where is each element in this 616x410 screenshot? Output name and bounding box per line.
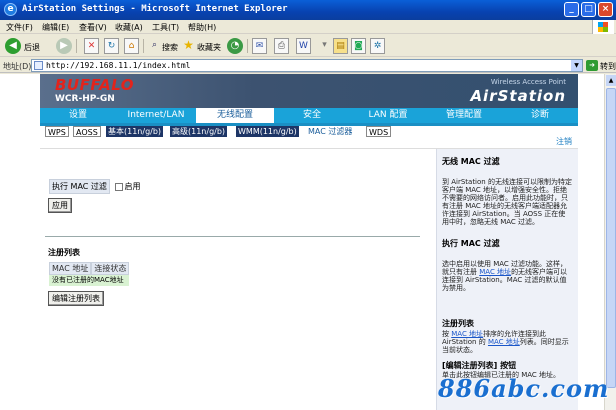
address-url[interactable]: http://192.168.11.1/index.html (46, 61, 191, 70)
web-page: BUFFALO WCR-HP-GN Wireless Access Point … (0, 74, 616, 410)
menu-file[interactable]: 文件(F) (6, 22, 33, 33)
mail-icon[interactable]: ✉ (252, 38, 267, 54)
tools-icon[interactable]: ✲ (370, 38, 385, 54)
toolbar-separator (143, 39, 144, 53)
back-button-label[interactable]: 后退 (24, 42, 40, 53)
page-icon (34, 61, 43, 70)
address-input[interactable]: http://192.168.11.1/index.html ▼ (31, 59, 583, 72)
section-divider (45, 236, 420, 237)
mac-filter-row: 执行 MAC 过滤 启用 (49, 179, 140, 194)
edit-registered-list-button[interactable]: 编辑注册列表 (48, 291, 104, 306)
menu-bar: 文件(F) 编辑(E) 查看(V) 收藏(A) 工具(T) 帮助(H) (0, 20, 616, 34)
forward-arrow-icon[interactable]: ▶ (56, 38, 72, 54)
window-title-bar: e AirStation Settings - Microsoft Intern… (0, 0, 616, 20)
help-text-exec-mac-filter: 选中启用以使用 MAC 过滤功能。这样，就只有注册 MAC 地址的无线客户端可以… (442, 260, 572, 292)
help-text-registered-list: 按 MAC 地址排序的允许连接到此 AirStation 的 MAC 地址列表。… (442, 330, 572, 354)
tab-diagnostics[interactable]: 诊断 (502, 108, 578, 123)
back-arrow-icon[interactable]: ◀ (5, 38, 21, 54)
main-nav: 设置 Internet/LAN 无线配置 安全 LAN 配置 管理配置 诊断 (40, 108, 578, 123)
buffalo-logo: BUFFALO (55, 76, 135, 94)
help-panel: 无线 MAC 过滤 到 AirStation 的无线连接可以限制为特定客户端 M… (436, 149, 578, 410)
go-arrow-icon[interactable]: ➜ (586, 60, 598, 71)
subtab-mac-filter[interactable]: MAC 过滤器 (306, 126, 354, 137)
vertical-scrollbar[interactable]: ▲ (604, 74, 616, 410)
help-text-wireless-mac-filter: 到 AirStation 的无线连接可以限制为特定客户端 MAC 地址，以增强安… (442, 178, 572, 226)
stop-icon[interactable]: ✕ (84, 38, 99, 54)
enable-checkbox-label[interactable]: 启用 (124, 182, 140, 191)
toolbar-separator (247, 39, 248, 53)
favorites-star-icon[interactable]: ★ (181, 38, 196, 54)
word-edit-icon[interactable]: W (296, 38, 311, 54)
maximize-button[interactable]: □ (581, 2, 596, 17)
favorites-button-label[interactable]: 收藏夹 (197, 42, 221, 53)
registered-list-title: 注册列表 (48, 248, 80, 257)
product-name: AirStation (470, 87, 566, 105)
print-icon[interactable]: ⎙ (274, 38, 289, 54)
menu-help[interactable]: 帮助(H) (188, 22, 216, 33)
product-tagline: Wireless Access Point (490, 78, 566, 86)
minimize-button[interactable]: _ (564, 2, 579, 17)
home-icon[interactable]: ⌂ (124, 38, 139, 54)
search-icon[interactable]: ⌕ (147, 38, 162, 54)
watermark: 886abc.com (438, 374, 610, 403)
tab-security[interactable]: 安全 (274, 108, 350, 123)
tab-internet-lan[interactable]: Internet/LAN (116, 108, 196, 123)
main-content: 执行 MAC 过滤 启用 应用 注册列表 MAC 地址 连接状态 没有已注册的MA… (40, 149, 432, 410)
tab-wireless[interactable]: 无线配置 (196, 108, 274, 123)
registered-table-empty-row: 没有已注册的MAC地址 (49, 275, 129, 286)
search-button-label[interactable]: 搜索 (162, 42, 178, 53)
enable-checkbox[interactable] (115, 182, 124, 191)
help-text-part: 按 (442, 330, 452, 338)
scroll-up-icon[interactable]: ▲ (606, 75, 616, 86)
go-button[interactable]: 转到 (600, 61, 616, 72)
scrollbar-thumb[interactable] (606, 88, 616, 388)
help-heading-registered-list: 注册列表 (442, 319, 474, 328)
registered-table-header: MAC 地址 连接状态 (49, 262, 130, 275)
mac-address-link[interactable]: MAC 地址 (479, 268, 511, 276)
header-banner: BUFFALO WCR-HP-GN Wireless Access Point … (40, 74, 578, 108)
windows-logo-icon (592, 20, 614, 34)
subtab-advanced[interactable]: 高级(11n/g/b) (170, 126, 228, 137)
folder-icon[interactable]: ▤ (333, 38, 348, 54)
menu-view[interactable]: 查看(V) (79, 22, 107, 33)
menu-favorites[interactable]: 收藏(A) (115, 22, 143, 33)
subtab-wps[interactable]: WPS (45, 126, 69, 137)
help-heading-edit-button: [编辑注册列表] 按钮 (442, 361, 517, 370)
ie-logo-icon: e (4, 3, 17, 16)
tab-lan-config[interactable]: LAN 配置 (350, 108, 426, 123)
address-label: 地址(D) (3, 62, 32, 71)
mac-address-link[interactable]: MAC 地址 (488, 338, 520, 346)
window-title: AirStation Settings - Microsoft Internet… (22, 4, 288, 14)
subtab-basic[interactable]: 基本(11n/g/b) (106, 126, 164, 137)
messenger-icon[interactable]: ◙ (351, 38, 366, 54)
toolbar-separator (76, 39, 77, 53)
col-mac-address: MAC 地址 (49, 262, 92, 275)
help-heading-wireless-mac-filter: 无线 MAC 过滤 (442, 157, 500, 166)
menu-tools[interactable]: 工具(T) (152, 22, 179, 33)
toolbar: ◀ 后退 ▶ ✕ ↻ ⌂ ⌕ 搜索 ★ 收藏夹 ◔ ✉ ⎙ W ▾ ▤ ◙ ✲ (0, 35, 616, 57)
menu-edit[interactable]: 编辑(E) (42, 22, 69, 33)
address-dropdown-icon[interactable]: ▼ (571, 60, 582, 71)
col-connection-status: 连接状态 (91, 262, 130, 275)
subtab-wds[interactable]: WDS (366, 126, 392, 137)
model-name: WCR-HP-GN (55, 94, 115, 104)
router-admin-page: BUFFALO WCR-HP-GN Wireless Access Point … (40, 74, 578, 410)
address-bar: 地址(D) http://192.168.11.1/index.html ▼ ➜… (0, 58, 616, 73)
discuss-icon[interactable]: ▾ (317, 38, 332, 54)
subtab-wmm[interactable]: WMM(11n/g/b) (236, 126, 299, 137)
close-button[interactable]: × (598, 2, 613, 17)
apply-button[interactable]: 应用 (48, 198, 72, 213)
sub-nav: WPS AOSS 基本(11n/g/b) 高级(11n/g/b) WMM(11n… (40, 126, 578, 139)
history-icon[interactable]: ◔ (227, 38, 243, 54)
tab-setup[interactable]: 设置 (40, 108, 116, 123)
subtab-aoss[interactable]: AOSS (73, 126, 101, 137)
help-heading-exec-mac-filter: 执行 MAC 过滤 (442, 239, 500, 248)
tab-admin[interactable]: 管理配置 (426, 108, 502, 123)
refresh-icon[interactable]: ↻ (104, 38, 119, 54)
exec-mac-filter-label: 执行 MAC 过滤 (49, 179, 110, 194)
mac-address-link[interactable]: MAC 地址 (451, 330, 483, 338)
logout-link[interactable]: 注销 (556, 136, 572, 147)
